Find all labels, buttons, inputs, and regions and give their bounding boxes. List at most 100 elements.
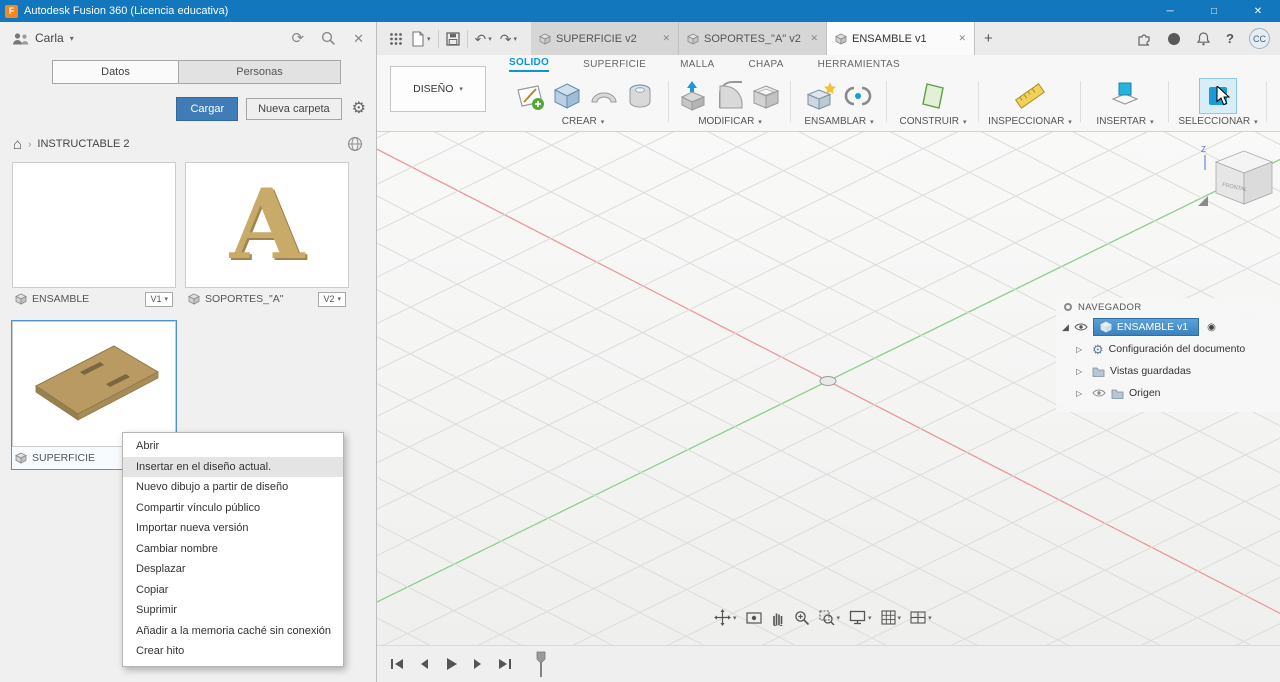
help-icon[interactable]: ? <box>1226 31 1234 46</box>
close-window-button[interactable]: ✕ <box>1236 0 1280 22</box>
new-folder-button[interactable]: Nueva carpeta <box>246 98 342 120</box>
menu-item-abrir[interactable]: Abrir <box>123 436 343 457</box>
display-settings-tool[interactable]: ▾ <box>849 610 872 625</box>
close-panel-icon[interactable]: ✕ <box>353 32 364 45</box>
origin-marker[interactable] <box>819 376 837 386</box>
menu-item-suprimir[interactable]: Suprimir <box>123 600 343 621</box>
construction-plane-icon[interactable] <box>917 80 949 112</box>
menu-item-importar[interactable]: Importar nueva versión <box>123 518 343 539</box>
workspace-selector[interactable]: DISEÑO ▾ <box>390 66 486 112</box>
menu-item-cache-offline[interactable]: Añadir a la memoria caché sin conexión <box>123 621 343 642</box>
doc-tab-ensamble[interactable]: ENSAMBLE v1 ✕ <box>827 22 976 55</box>
cylinder-primitive-icon[interactable] <box>625 80 655 112</box>
navigator-item-doc-settings[interactable]: ▷ ⚙ Configuración del documento <box>1056 338 1280 360</box>
grid-snaps-tool[interactable]: ▾ <box>880 610 901 625</box>
group-label-inspeccionar[interactable]: INSPECCIONAR ▾ <box>988 116 1072 127</box>
expander-icon[interactable]: ▷ <box>1076 389 1087 398</box>
redo-icon[interactable]: ↷ ▾ <box>496 27 521 51</box>
group-label-ensamblar[interactable]: ENSAMBLAR ▾ <box>804 116 873 127</box>
project-card-soportes[interactable]: A SOPORTES_"A" V2 ▾ <box>185 162 349 310</box>
undo-icon[interactable]: ↶ ▾ <box>471 27 496 51</box>
new-tab-button[interactable]: + <box>975 30 1002 47</box>
activate-radio-icon[interactable]: ◉ <box>1207 322 1216 333</box>
step-back-button[interactable] <box>414 654 434 674</box>
globe-icon[interactable] <box>347 136 363 152</box>
skip-to-end-button[interactable] <box>495 654 515 674</box>
new-component-icon[interactable] <box>805 80 837 112</box>
zoom-tool[interactable] <box>794 610 810 626</box>
minimize-button[interactable]: ─ <box>1148 0 1192 22</box>
group-label-modificar[interactable]: MODIFICAR ▾ <box>698 116 762 127</box>
expander-icon[interactable]: ▷ <box>1076 345 1087 354</box>
breadcrumb[interactable]: INSTRUCTABLE 2 <box>37 138 129 150</box>
box-primitive-icon[interactable] <box>551 80 583 112</box>
insert-icon[interactable] <box>1109 80 1141 112</box>
upload-button[interactable]: Cargar <box>176 97 239 121</box>
job-status-icon[interactable] <box>1167 32 1181 46</box>
menu-item-nuevo-dibujo[interactable]: Nuevo dibujo a partir de diseño <box>123 477 343 498</box>
close-tab-icon[interactable]: ✕ <box>662 33 670 44</box>
press-pull-icon[interactable] <box>678 80 710 112</box>
close-tab-icon[interactable]: ✕ <box>810 33 818 44</box>
ribbon-tab-superficie[interactable]: SUPERFICIE <box>583 59 646 72</box>
group-label-insertar[interactable]: INSERTAR ▾ <box>1096 116 1153 127</box>
version-dropdown[interactable]: V1 ▾ <box>145 291 173 307</box>
group-label-construir[interactable]: CONSTRUIR ▾ <box>900 116 967 127</box>
viewports-tool[interactable]: ▾ <box>910 611 932 624</box>
ribbon-tab-chapa[interactable]: CHAPA <box>748 59 783 72</box>
shell-icon[interactable] <box>750 80 782 112</box>
play-button[interactable] <box>441 654 461 674</box>
menu-item-desplazar[interactable]: Desplazar <box>123 559 343 580</box>
view-cube[interactable]: Z FRONTAL <box>1192 140 1280 218</box>
visibility-eye-icon[interactable] <box>1092 388 1106 398</box>
skip-to-start-button[interactable] <box>387 654 407 674</box>
menu-item-insertar[interactable]: Insertar en el diseño actual. <box>123 456 343 477</box>
visibility-eye-icon[interactable] <box>1074 322 1088 332</box>
group-label-seleccionar[interactable]: SELECCIONAR ▾ <box>1178 116 1257 127</box>
project-card-ensamble[interactable]: ENSAMBLE V1 ▾ <box>12 162 176 310</box>
tab-datos[interactable]: Datos <box>53 61 179 83</box>
measure-icon[interactable] <box>1013 80 1047 112</box>
notifications-bell-icon[interactable] <box>1196 31 1211 46</box>
menu-item-crear-hito[interactable]: Crear hito <box>123 641 343 662</box>
timeline-position-marker[interactable] <box>534 651 548 678</box>
version-dropdown[interactable]: V2 ▾ <box>318 291 346 307</box>
home-icon[interactable]: ⌂ <box>13 137 22 152</box>
extensions-icon[interactable] <box>1136 31 1152 47</box>
group-label-crear[interactable]: CREAR ▾ <box>562 116 605 127</box>
fillet-icon[interactable] <box>715 80 745 112</box>
look-at-tool[interactable] <box>745 611 762 625</box>
file-menu-icon[interactable]: ▾ <box>407 27 435 51</box>
root-component-selected[interactable]: ENSAMBLE v1 <box>1092 318 1200 336</box>
pan-tool[interactable] <box>771 610 785 626</box>
save-icon[interactable] <box>442 27 464 51</box>
account-avatar[interactable]: CC <box>1249 28 1270 49</box>
step-forward-button[interactable] <box>468 654 488 674</box>
user-caret-icon[interactable]: ▾ <box>70 34 74 43</box>
close-tab-icon[interactable]: ✕ <box>958 33 966 44</box>
ribbon-tab-solido[interactable]: SOLIDO <box>509 57 550 72</box>
ribbon-tab-herramientas[interactable]: HERRAMIENTAS <box>818 59 900 72</box>
maximize-button[interactable]: □ <box>1192 0 1236 22</box>
user-name[interactable]: Carla <box>35 31 64 45</box>
menu-item-compartir[interactable]: Compartir vínculo público <box>123 498 343 519</box>
thumbnail-soportes[interactable]: A <box>185 162 349 288</box>
panel-dot-icon[interactable] <box>1064 303 1072 311</box>
navigator-item-saved-views[interactable]: ▷ Vistas guardadas <box>1056 360 1280 382</box>
create-sketch-icon[interactable] <box>512 80 546 112</box>
tab-personas[interactable]: Personas <box>179 61 340 83</box>
form-shape-icon[interactable] <box>588 80 620 112</box>
orbit-tool[interactable]: ▾ <box>714 609 737 626</box>
menu-item-copiar[interactable]: Copiar <box>123 580 343 601</box>
search-icon[interactable] <box>321 31 336 46</box>
navigator-root-row[interactable]: ◢ ENSAMBLE v1 ◉ <box>1056 316 1280 338</box>
navigator-item-origin[interactable]: ▷ Origen <box>1056 382 1280 404</box>
thumbnail-ensamble[interactable] <box>12 162 176 288</box>
fit-tool[interactable]: ▾ <box>819 610 840 626</box>
refresh-icon[interactable]: ⟳ <box>292 31 305 46</box>
home-view-corner-icon[interactable] <box>1198 196 1208 206</box>
ribbon-tab-malla[interactable]: MALLA <box>680 59 714 72</box>
expander-icon[interactable]: ▷ <box>1076 367 1087 376</box>
joint-icon[interactable] <box>842 80 874 112</box>
apps-grid-icon[interactable] <box>385 27 407 51</box>
